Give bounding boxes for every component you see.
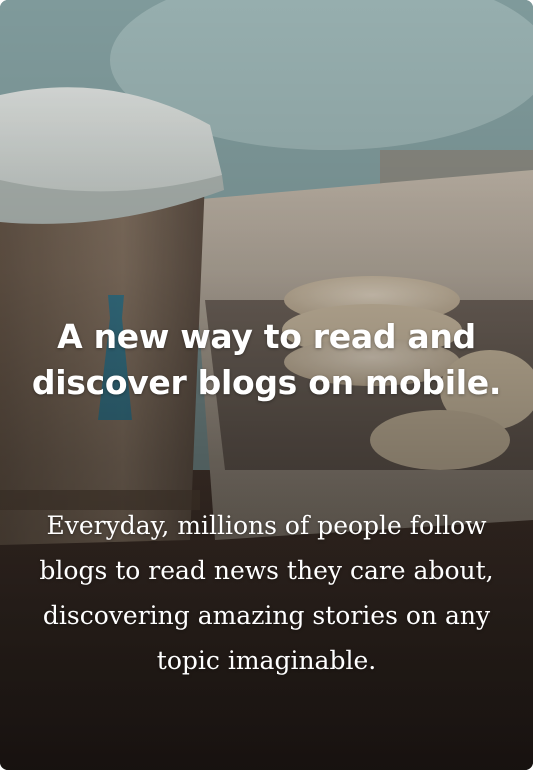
hero-description: Everyday, millions of people follow blog… [39,511,494,675]
hero-headline: A new way to read and discover blogs on … [31,317,502,402]
onboarding-card: A new way to read and discover blogs on … [0,0,533,770]
